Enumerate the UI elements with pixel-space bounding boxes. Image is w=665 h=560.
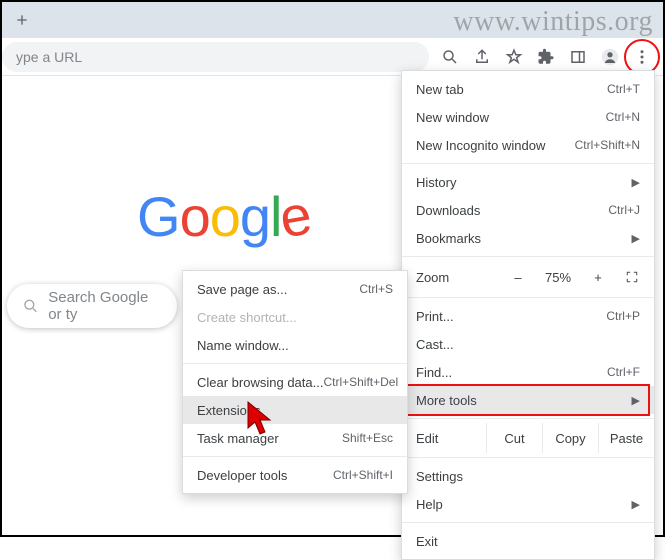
zoom-in-button[interactable]: + bbox=[584, 264, 612, 290]
zoom-label: Zoom bbox=[416, 270, 498, 285]
menu-print[interactable]: Print...Ctrl+P bbox=[402, 302, 654, 330]
kebab-menu-icon[interactable] bbox=[627, 42, 657, 72]
submenu-clear-browsing-data[interactable]: Clear browsing data...Ctrl+Shift+Del bbox=[183, 368, 407, 396]
submenu-developer-tools[interactable]: Developer toolsCtrl+Shift+I bbox=[183, 461, 407, 489]
menu-separator bbox=[402, 297, 654, 298]
submenu-task-manager[interactable]: Task managerShift+Esc bbox=[183, 424, 407, 452]
tab-strip bbox=[2, 2, 663, 38]
extensions-puzzle-icon[interactable] bbox=[531, 42, 561, 72]
zoom-out-button[interactable]: – bbox=[504, 264, 532, 290]
menu-edit-row: Edit Cut Copy Paste bbox=[402, 423, 654, 453]
edit-copy-button[interactable]: Copy bbox=[542, 423, 598, 453]
menu-new-tab[interactable]: New tabCtrl+T bbox=[402, 75, 654, 103]
menu-separator bbox=[402, 418, 654, 419]
menu-more-tools[interactable]: More tools▶ bbox=[402, 386, 654, 414]
zoom-icon[interactable] bbox=[435, 42, 465, 72]
sidepanel-icon[interactable] bbox=[563, 42, 593, 72]
submenu-name-window[interactable]: Name window... bbox=[183, 331, 407, 359]
menu-bookmarks[interactable]: Bookmarks▶ bbox=[402, 224, 654, 252]
chevron-right-icon: ▶ bbox=[632, 394, 640, 407]
toolbar-actions bbox=[435, 42, 657, 72]
menu-separator bbox=[402, 163, 654, 164]
search-icon bbox=[23, 297, 38, 315]
submenu-create-shortcut[interactable]: Create shortcut... bbox=[183, 303, 407, 331]
menu-exit[interactable]: Exit bbox=[402, 527, 654, 555]
bookmark-star-icon[interactable] bbox=[499, 42, 529, 72]
menu-history[interactable]: History▶ bbox=[402, 168, 654, 196]
menu-new-window[interactable]: New windowCtrl+N bbox=[402, 103, 654, 131]
chevron-right-icon: ▶ bbox=[632, 498, 640, 511]
menu-separator bbox=[402, 256, 654, 257]
google-search-box[interactable]: Search Google or ty bbox=[7, 284, 177, 328]
submenu-save-page[interactable]: Save page as...Ctrl+S bbox=[183, 275, 407, 303]
menu-separator bbox=[402, 457, 654, 458]
menu-separator bbox=[402, 522, 654, 523]
menu-settings[interactable]: Settings bbox=[402, 462, 654, 490]
menu-downloads[interactable]: DownloadsCtrl+J bbox=[402, 196, 654, 224]
google-logo: Google bbox=[137, 184, 312, 249]
search-placeholder: Search Google or ty bbox=[48, 289, 161, 323]
menu-help[interactable]: Help▶ bbox=[402, 490, 654, 518]
menu-separator bbox=[183, 363, 407, 364]
menu-find[interactable]: Find...Ctrl+F bbox=[402, 358, 654, 386]
profile-avatar-icon[interactable] bbox=[595, 42, 625, 72]
submenu-extensions[interactable]: Extensions bbox=[183, 396, 407, 424]
fullscreen-button[interactable] bbox=[618, 264, 646, 290]
more-tools-submenu: Save page as...Ctrl+S Create shortcut...… bbox=[182, 270, 408, 494]
chevron-right-icon: ▶ bbox=[632, 176, 640, 189]
edit-label: Edit bbox=[416, 431, 486, 446]
chevron-right-icon: ▶ bbox=[632, 232, 640, 245]
new-tab-button[interactable] bbox=[8, 6, 36, 34]
zoom-value: 75% bbox=[538, 270, 578, 285]
menu-incognito[interactable]: New Incognito windowCtrl+Shift+N bbox=[402, 131, 654, 159]
share-icon[interactable] bbox=[467, 42, 497, 72]
edit-paste-button[interactable]: Paste bbox=[598, 423, 654, 453]
menu-zoom-row: Zoom – 75% + bbox=[402, 261, 654, 293]
edit-cut-button[interactable]: Cut bbox=[486, 423, 542, 453]
address-bar[interactable]: ype a URL bbox=[2, 42, 429, 72]
chrome-main-menu: New tabCtrl+T New windowCtrl+N New Incog… bbox=[401, 70, 655, 560]
menu-separator bbox=[183, 456, 407, 457]
menu-cast[interactable]: Cast... bbox=[402, 330, 654, 358]
